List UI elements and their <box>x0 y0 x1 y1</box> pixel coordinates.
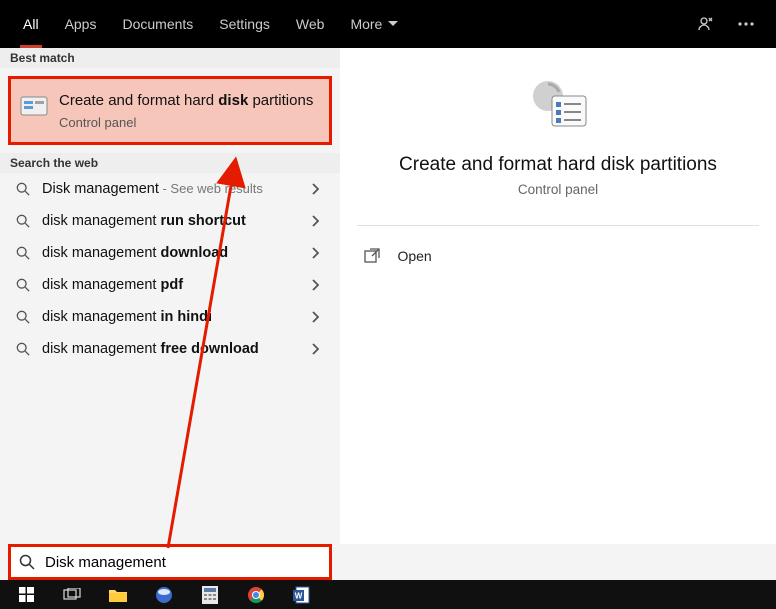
file-explorer-icon[interactable] <box>96 581 140 608</box>
search-row <box>0 544 776 580</box>
preview-pane: Create and format hard disk partitions C… <box>340 48 776 544</box>
tab-documents[interactable]: Documents <box>109 0 206 48</box>
chevron-right-icon <box>312 311 328 323</box>
web-result[interactable]: disk management download <box>0 237 340 269</box>
preview-title: Create and format hard disk partitions <box>399 154 717 176</box>
search-icon <box>14 310 32 324</box>
disk-partition-large-icon <box>526 78 590 134</box>
chevron-down-icon <box>388 21 398 27</box>
task-view-icon[interactable] <box>50 581 94 608</box>
web-result-text: disk management run shortcut <box>42 213 312 229</box>
web-result[interactable]: disk management in hindi <box>0 301 340 333</box>
web-result[interactable]: disk management run shortcut <box>0 205 340 237</box>
tab-web[interactable]: Web <box>283 0 338 48</box>
tab-all[interactable]: All <box>10 0 52 48</box>
tab-settings[interactable]: Settings <box>206 0 283 48</box>
search-box[interactable] <box>8 544 332 580</box>
results-pane: Best match Create and format hard disk p… <box>0 48 340 544</box>
section-search-web: Search the web <box>0 153 340 173</box>
web-result[interactable]: disk management free download <box>0 333 340 365</box>
web-result-text: disk management pdf <box>42 277 312 293</box>
tab-more[interactable]: More <box>337 0 411 48</box>
taskbar: W <box>0 580 776 609</box>
section-best-match: Best match <box>0 48 340 68</box>
search-input[interactable] <box>45 554 321 571</box>
search-icon <box>14 246 32 260</box>
best-match-result[interactable]: Create and format hard disk partitions C… <box>8 76 332 145</box>
tab-more-label: More <box>350 16 382 32</box>
calculator-icon[interactable] <box>188 581 232 608</box>
chevron-right-icon <box>312 183 328 195</box>
web-result-text: disk management free download <box>42 341 312 357</box>
svg-text:W: W <box>295 591 303 600</box>
search-icon <box>19 554 37 570</box>
chrome-icon[interactable] <box>234 581 278 608</box>
disk-partition-icon <box>19 91 49 121</box>
open-icon <box>361 248 383 264</box>
more-options-icon[interactable] <box>726 4 766 44</box>
best-match-title: Create and format hard disk partitions <box>59 91 317 111</box>
web-result[interactable]: disk management pdf <box>0 269 340 301</box>
tab-apps[interactable]: Apps <box>52 0 110 48</box>
word-icon[interactable]: W <box>280 581 324 608</box>
best-match-subtitle: Control panel <box>59 115 317 130</box>
start-button[interactable] <box>4 581 48 608</box>
chevron-right-icon <box>312 343 328 355</box>
app-icon-1[interactable] <box>142 581 186 608</box>
preview-subtitle: Control panel <box>518 182 598 197</box>
open-action[interactable]: Open <box>357 240 758 272</box>
web-result-text: disk management download <box>42 245 312 261</box>
web-result-text: disk management in hindi <box>42 309 312 325</box>
search-icon <box>14 342 32 356</box>
chevron-right-icon <box>312 279 328 291</box>
web-result[interactable]: Disk management - See web results <box>0 173 340 205</box>
divider <box>357 225 758 226</box>
open-label: Open <box>397 248 431 264</box>
search-icon <box>14 214 32 228</box>
search-icon <box>14 182 32 196</box>
web-result-text: Disk management - See web results <box>42 181 312 197</box>
chevron-right-icon <box>312 247 328 259</box>
search-scope-tabs: All Apps Documents Settings Web More <box>0 0 776 48</box>
search-icon <box>14 278 32 292</box>
chevron-right-icon <box>312 215 328 227</box>
feedback-icon[interactable] <box>686 4 726 44</box>
